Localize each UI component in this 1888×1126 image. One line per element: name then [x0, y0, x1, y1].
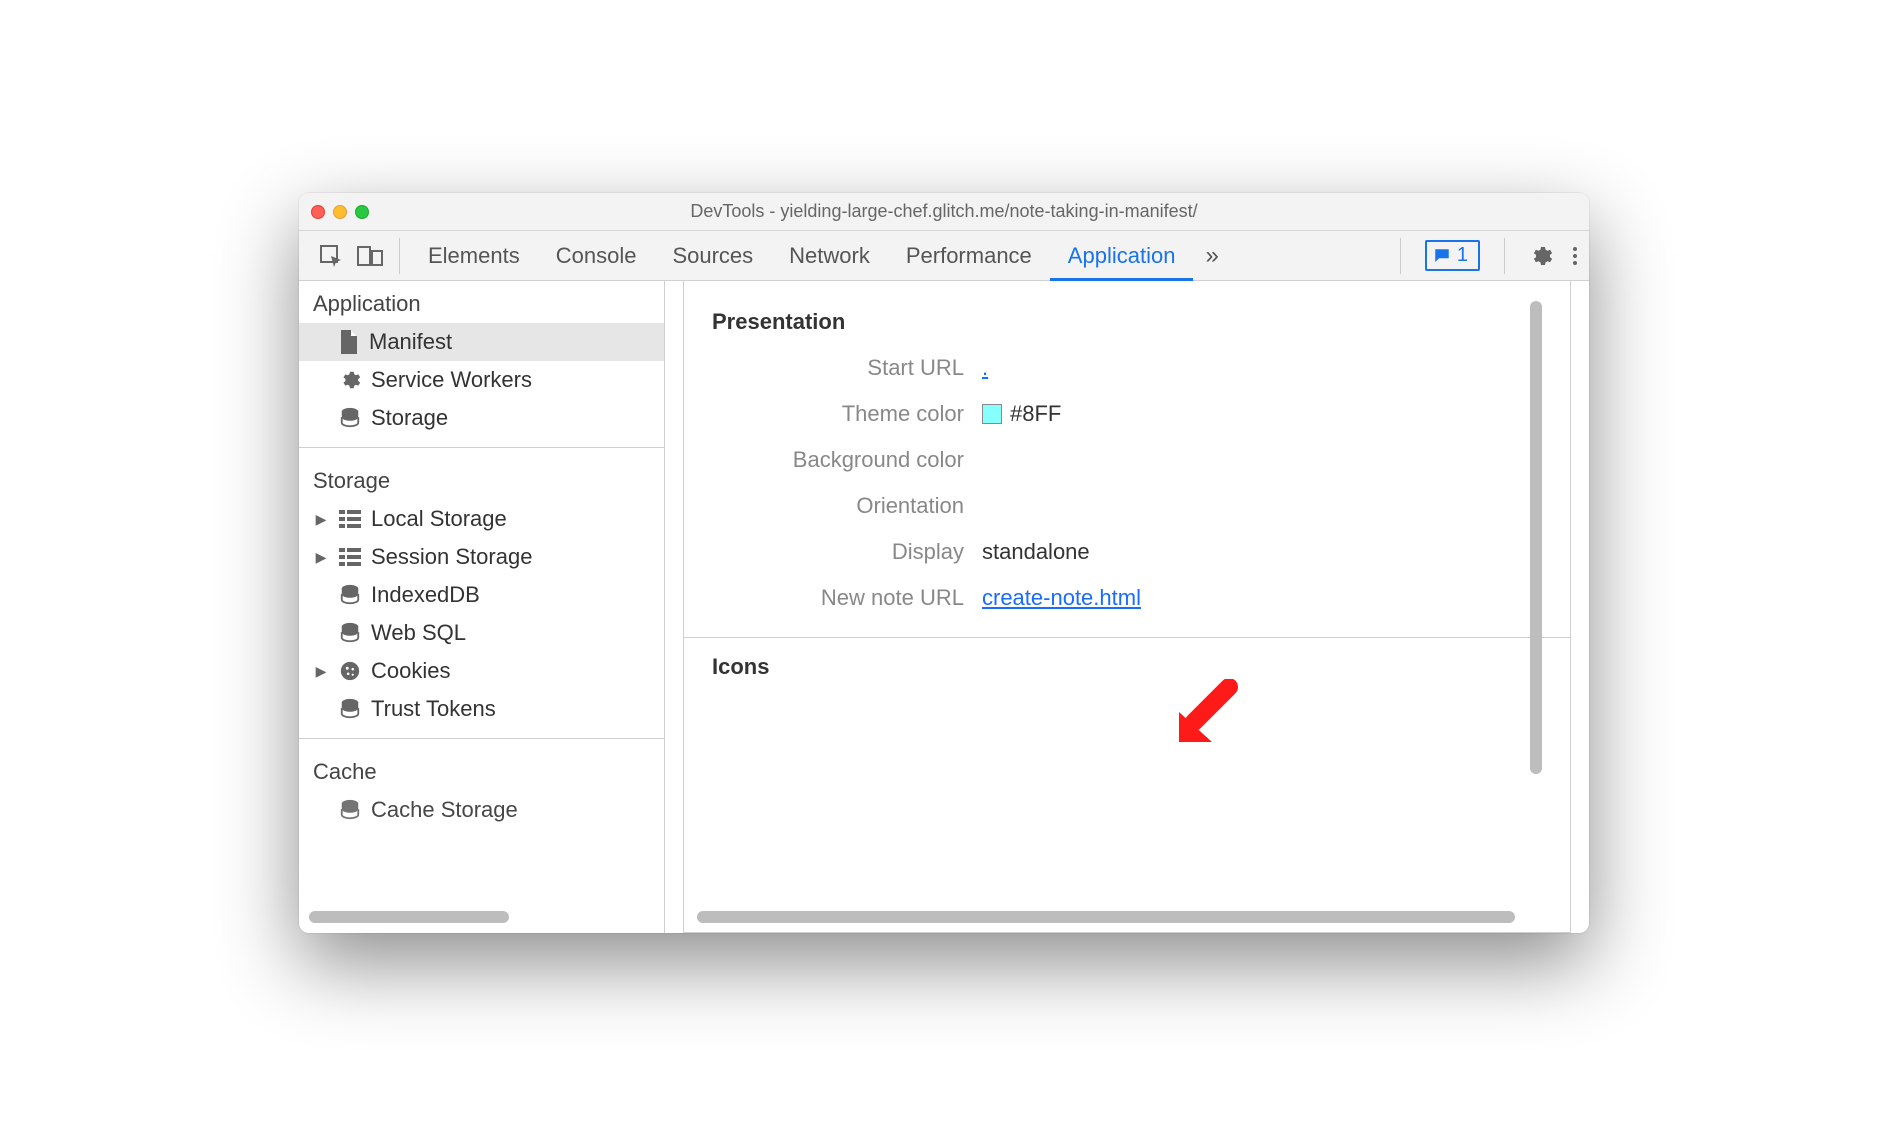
expand-arrow-icon[interactable]: ▶	[313, 549, 329, 566]
document-icon	[339, 330, 359, 354]
sidebar-item-label: Cookies	[371, 658, 450, 684]
sidebar-item-label: Storage	[371, 405, 448, 431]
tab-console[interactable]: Console	[538, 231, 655, 280]
sidebar-section-cache: Cache	[299, 749, 664, 791]
expand-arrow-icon[interactable]: ▶	[313, 511, 329, 528]
field-display: Display standalone	[712, 539, 1542, 565]
field-label: Orientation	[712, 493, 982, 519]
annotation-arrow-icon	[1174, 679, 1244, 749]
devtools-toolbar: Elements Console Sources Network Perform…	[299, 231, 1589, 281]
devtools-body: Application Manifest Service Workers Sto…	[299, 281, 1589, 933]
sidebar-section-storage: Storage	[299, 458, 664, 500]
message-icon	[1433, 247, 1451, 265]
sidebar-item-local-storage[interactable]: ▶ Local Storage	[299, 500, 664, 538]
sidebar-item-websql[interactable]: Web SQL	[299, 614, 664, 652]
manifest-panel: Presentation Start URL . Theme color #8F…	[665, 281, 1589, 933]
field-label: New note URL	[712, 585, 982, 611]
sidebar-item-label: Session Storage	[371, 544, 532, 570]
field-label: Start URL	[712, 355, 982, 381]
settings-icon[interactable]	[1529, 244, 1553, 268]
gear-icon	[339, 369, 361, 391]
field-start-url: Start URL .	[712, 355, 1542, 381]
sidebar-item-label: Web SQL	[371, 620, 466, 646]
toolbar-divider	[399, 238, 400, 274]
sidebar-item-label: Service Workers	[371, 367, 532, 393]
expand-arrow-icon[interactable]: ▶	[313, 663, 329, 680]
panel-tabs: Elements Console Sources Network Perform…	[410, 231, 1231, 280]
toolbar-right: 1	[1394, 238, 1579, 274]
sidebar-item-service-workers[interactable]: Service Workers	[299, 361, 664, 399]
cookie-icon	[339, 660, 361, 682]
database-icon	[339, 698, 361, 720]
group-presentation-title: Presentation	[712, 309, 1542, 335]
messages-badge[interactable]: 1	[1425, 240, 1480, 271]
application-sidebar[interactable]: Application Manifest Service Workers Sto…	[299, 281, 665, 933]
field-theme-color: Theme color #8FF	[712, 401, 1542, 427]
sidebar-item-label: IndexedDB	[371, 582, 480, 608]
field-new-note-url: New note URL create-note.html	[712, 585, 1542, 611]
sidebar-item-indexeddb[interactable]: IndexedDB	[299, 576, 664, 614]
toolbar-divider	[1400, 238, 1401, 274]
sidebar-item-cache-storage[interactable]: Cache Storage	[299, 791, 664, 829]
sidebar-item-session-storage[interactable]: ▶ Session Storage	[299, 538, 664, 576]
field-background-color: Background color	[712, 447, 1542, 473]
grid-icon	[339, 510, 361, 528]
sidebar-item-label: Trust Tokens	[371, 696, 496, 722]
sidebar-item-label: Local Storage	[371, 506, 507, 532]
group-icons-title: Icons	[712, 654, 1542, 680]
database-icon	[339, 799, 361, 821]
start-url-link[interactable]: .	[982, 355, 988, 381]
sidebar-item-trust-tokens[interactable]: Trust Tokens	[299, 690, 664, 728]
toolbar-left	[309, 244, 393, 268]
main-vertical-scrollbar[interactable]	[1530, 301, 1542, 892]
tab-application[interactable]: Application	[1050, 231, 1194, 280]
sidebar-item-cookies[interactable]: ▶ Cookies	[299, 652, 664, 690]
field-label: Theme color	[712, 401, 982, 427]
inspect-element-icon[interactable]	[319, 244, 343, 268]
window-title: DevTools - yielding-large-chef.glitch.me…	[299, 201, 1589, 222]
grid-icon	[339, 548, 361, 566]
tab-elements[interactable]: Elements	[410, 231, 538, 280]
window-titlebar: DevTools - yielding-large-chef.glitch.me…	[299, 193, 1589, 231]
main-horizontal-scrollbar[interactable]	[697, 911, 1549, 923]
sidebar-divider	[299, 447, 664, 448]
field-label: Display	[712, 539, 982, 565]
more-tabs-icon[interactable]: »	[1193, 242, 1230, 270]
sidebar-section-application: Application	[299, 281, 664, 323]
field-label: Background color	[712, 447, 982, 473]
database-icon	[339, 407, 361, 429]
database-icon	[339, 584, 361, 606]
new-note-url-link[interactable]: create-note.html	[982, 585, 1141, 611]
sidebar-item-label: Manifest	[369, 329, 452, 355]
theme-color-value: #8FF	[1010, 401, 1061, 427]
sidebar-item-manifest[interactable]: Manifest	[299, 323, 664, 361]
display-value: standalone	[982, 539, 1090, 565]
manifest-panel-inner[interactable]: Presentation Start URL . Theme color #8F…	[683, 281, 1571, 933]
section-divider	[684, 637, 1570, 638]
toolbar-divider	[1504, 238, 1505, 274]
tab-performance[interactable]: Performance	[888, 231, 1050, 280]
tab-network[interactable]: Network	[771, 231, 888, 280]
sidebar-item-label: Cache Storage	[371, 797, 518, 823]
tab-sources[interactable]: Sources	[654, 231, 771, 280]
database-icon	[339, 622, 361, 644]
kebab-menu-icon[interactable]	[1571, 244, 1579, 268]
sidebar-horizontal-scrollbar[interactable]	[309, 911, 654, 923]
device-toolbar-icon[interactable]	[357, 244, 383, 268]
color-swatch	[982, 404, 1002, 424]
sidebar-item-storage[interactable]: Storage	[299, 399, 664, 437]
devtools-window: DevTools - yielding-large-chef.glitch.me…	[299, 193, 1589, 933]
sidebar-divider	[299, 738, 664, 739]
messages-count: 1	[1457, 244, 1468, 267]
field-orientation: Orientation	[712, 493, 1542, 519]
